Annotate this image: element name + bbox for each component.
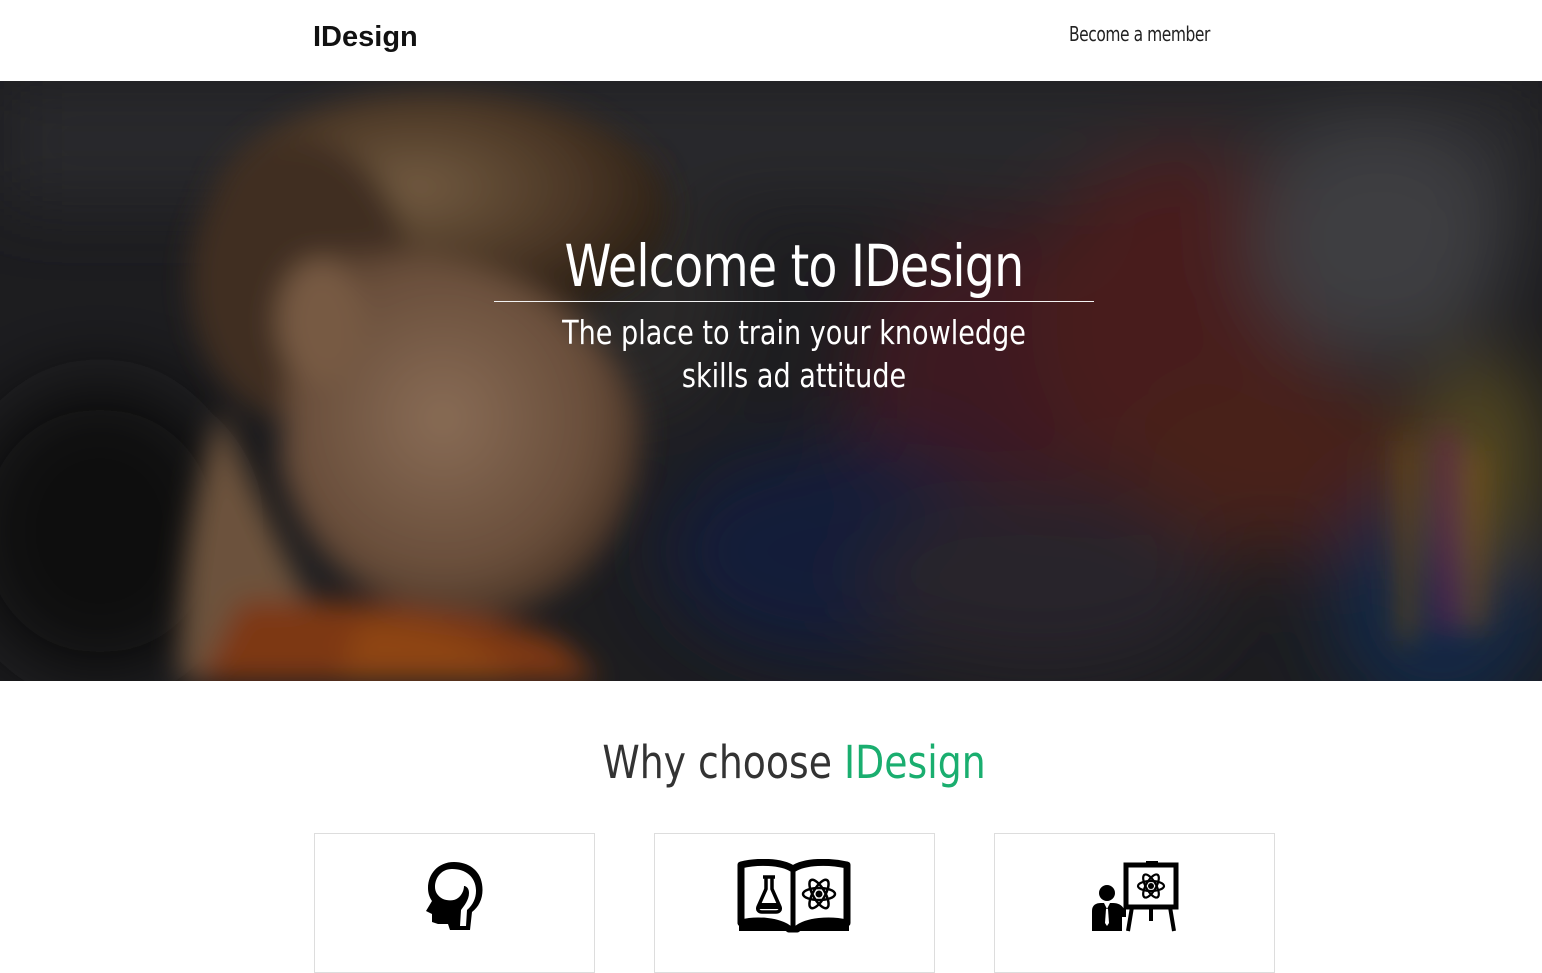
- become-member-link[interactable]: Become a member: [1069, 19, 1210, 49]
- hero-subtitle-line2: skills ad attitude: [681, 356, 907, 395]
- hero-divider: [494, 301, 1094, 302]
- science-book-icon: [737, 859, 851, 933]
- site-logo[interactable]: IDesign: [313, 17, 418, 57]
- teacher-presentation-icon: [1092, 861, 1179, 932]
- why-title-brand: IDesign: [844, 736, 986, 789]
- site-header: IDesign Become a member: [0, 0, 1542, 81]
- hero-banner: Welcome to IDesign The place to train yo…: [0, 81, 1542, 681]
- head-brain-icon: [426, 862, 483, 930]
- feature-card-mind[interactable]: [314, 833, 595, 973]
- why-section-title: Why choose IDesign: [127, 733, 1461, 793]
- hero-subtitle: The place to train your knowledge skills…: [143, 311, 1445, 397]
- why-title-prefix: Why choose: [602, 736, 845, 789]
- hero-subtitle-line1: The place to train your knowledge: [562, 313, 1026, 352]
- hero-title: Welcome to IDesign: [564, 232, 1024, 300]
- feature-card-science[interactable]: [654, 833, 935, 973]
- feature-card-teaching[interactable]: [994, 833, 1275, 973]
